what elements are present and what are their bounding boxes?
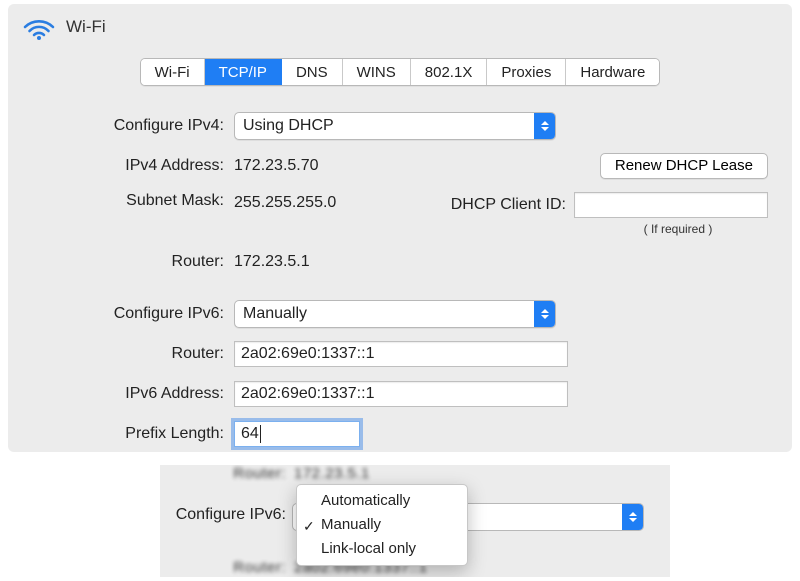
- dhcp-client-id-input[interactable]: [574, 192, 768, 218]
- configure-ipv4-value: Using DHCP: [235, 114, 534, 138]
- ipv6-router-label: Router:: [32, 345, 234, 363]
- prefix-length-label: Prefix Length:: [32, 425, 234, 443]
- ipv4-router-value: 172.23.5.1: [234, 253, 310, 271]
- subnet-mask-value: 255.255.255.0: [234, 192, 336, 212]
- checkmark-icon: ✓: [303, 516, 315, 536]
- dhcp-client-id-label: DHCP Client ID:: [451, 196, 566, 214]
- subnet-mask-label: Subnet Mask:: [32, 192, 234, 210]
- tabs-bar: Wi-FiTCP/IPDNSWINS802.1XProxiesHardware: [140, 58, 661, 86]
- menu-item-automatically[interactable]: Automatically: [297, 489, 467, 513]
- tab-tcp-ip[interactable]: TCP/IP: [205, 59, 282, 85]
- if-required-hint: ( If required ): [588, 222, 768, 236]
- ipv4-router-label: Router:: [32, 253, 234, 271]
- tab-dns[interactable]: DNS: [282, 59, 343, 85]
- prefix-length-input[interactable]: 64: [234, 421, 360, 447]
- configure-ipv4-select[interactable]: Using DHCP: [234, 112, 556, 140]
- configure-ipv6-label: Configure IPv6:: [32, 305, 234, 323]
- ipv6-dropdown-fragment: Router: 172.23.5.1 Configure IPv6: Autom…: [160, 465, 670, 577]
- text-cursor: [260, 425, 261, 443]
- tab-proxies[interactable]: Proxies: [487, 59, 566, 85]
- configure-ipv6-value: Manually: [235, 302, 534, 326]
- wifi-icon: [22, 14, 56, 40]
- ipv6-address-label: IPv6 Address:: [32, 385, 234, 403]
- tab-wins[interactable]: WINS: [343, 59, 411, 85]
- configure-ipv4-label: Configure IPv4:: [32, 117, 234, 135]
- configure-ipv6-menu: Automatically✓ManuallyLink-local only: [296, 484, 468, 566]
- renew-dhcp-lease-button[interactable]: Renew DHCP Lease: [600, 153, 768, 179]
- configure-ipv6-select[interactable]: Manually: [234, 300, 556, 328]
- ipv4-address-value: 172.23.5.70: [234, 157, 319, 175]
- tab-wi-fi[interactable]: Wi-Fi: [141, 59, 205, 85]
- menu-item-link-local-only[interactable]: Link-local only: [297, 537, 467, 561]
- panel-title: Wi-Fi: [66, 17, 106, 37]
- tab-hardware[interactable]: Hardware: [566, 59, 659, 85]
- ipv4-address-label: IPv4 Address:: [32, 157, 234, 175]
- stepper-icon: [534, 301, 555, 327]
- menu-item-manually[interactable]: ✓Manually: [297, 513, 467, 537]
- ipv6-address-input[interactable]: 2a02:69e0:1337::1: [234, 381, 568, 407]
- tab-802-1x[interactable]: 802.1X: [411, 59, 488, 85]
- ipv6-router-input[interactable]: 2a02:69e0:1337::1: [234, 341, 568, 367]
- configure-ipv6-label-2: Configure IPv6:: [166, 506, 294, 524]
- network-tcpip-panel: Wi-Fi Wi-FiTCP/IPDNSWINS802.1XProxiesHar…: [8, 4, 792, 452]
- stepper-icon: [534, 113, 555, 139]
- stepper-icon: [622, 504, 643, 530]
